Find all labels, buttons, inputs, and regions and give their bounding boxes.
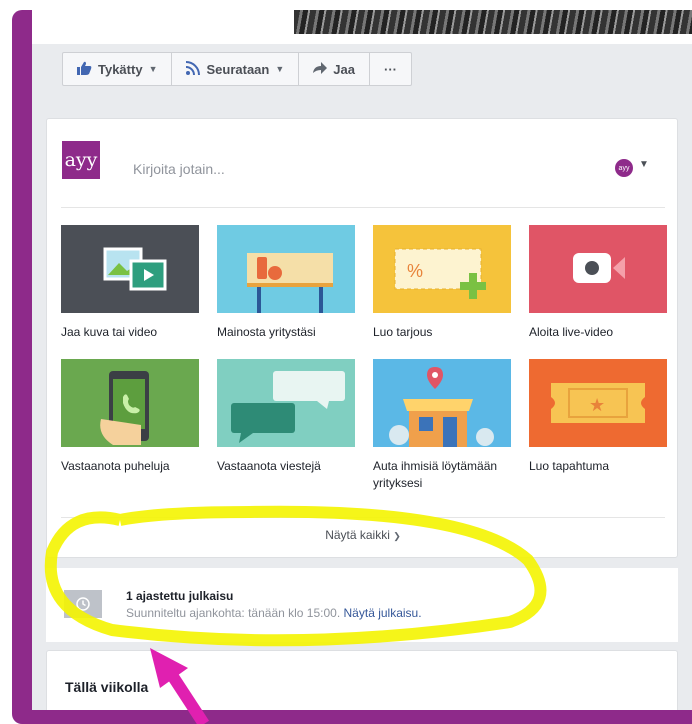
divider	[61, 517, 665, 518]
show-all-label: Näytä kaikki	[325, 528, 390, 542]
share-arrow-icon	[313, 61, 328, 77]
this-week-title: Tällä viikolla	[65, 679, 149, 695]
store-pin-icon	[373, 359, 511, 447]
phone-call-icon	[61, 359, 199, 447]
chat-bubbles-icon	[217, 359, 355, 447]
svg-text:%: %	[407, 261, 423, 281]
clock-icon	[64, 590, 102, 618]
tile-live-video[interactable]	[529, 225, 667, 313]
more-button[interactable]: ···	[370, 53, 411, 85]
cover-photo-strip	[32, 10, 692, 44]
caret-down-icon: ▼	[148, 64, 158, 74]
show-all-link[interactable]: Näytä kaikki ❯	[47, 528, 679, 542]
svg-text:★: ★	[589, 395, 605, 416]
share-button[interactable]: Jaa	[299, 53, 370, 85]
composer-input[interactable]: Kirjoita jotain...	[133, 161, 225, 177]
scheduled-title: 1 ajastettu julkaisu	[126, 589, 234, 603]
following-label: Seurataan	[206, 61, 270, 77]
tile-advertise[interactable]	[217, 225, 355, 313]
tile-label: Jaa kuva tai video	[61, 325, 158, 339]
scheduled-post-card[interactable]: 1 ajastettu julkaisu Suunniteltu ajankoh…	[46, 568, 678, 642]
tile-messages[interactable]	[217, 359, 355, 447]
live-video-icon	[529, 225, 667, 313]
tile-label: Vastaanota viestejä	[217, 459, 321, 473]
tile-discover[interactable]	[373, 359, 511, 447]
tile-label: Aloita live-video	[529, 325, 614, 339]
cover-photo	[294, 10, 692, 34]
tile-photo-video[interactable]	[61, 225, 199, 313]
caret-down-icon[interactable]: ▼	[639, 159, 649, 170]
scheduled-time: Suunniteltu ajankohta: tänään klo 15:00.	[126, 606, 341, 620]
caret-down-icon: ▼	[275, 64, 285, 74]
thumbs-up-icon	[77, 61, 92, 78]
liked-button[interactable]: Tykätty ▼	[63, 53, 173, 85]
tile-label: Vastaanota puheluja	[61, 459, 170, 473]
photo-video-icon	[61, 225, 199, 313]
tile-calls[interactable]	[61, 359, 199, 447]
more-icon: ···	[383, 61, 397, 77]
share-label: Jaa	[333, 61, 355, 77]
avatar[interactable]: ayy	[615, 159, 633, 177]
tile-label: Luo tapahtuma	[529, 459, 610, 473]
view-post-link[interactable]: Näytä julkaisu.	[344, 606, 422, 620]
rss-icon	[186, 60, 201, 78]
liked-label: Tykätty	[98, 61, 143, 77]
tile-offer[interactable]: %	[373, 225, 511, 313]
page-logo: ayy	[62, 141, 100, 179]
billboard-icon	[217, 225, 355, 313]
tile-label: Luo tarjous	[373, 325, 433, 339]
ticket-icon: ★	[529, 359, 667, 447]
coupon-icon: %	[373, 225, 511, 313]
page-viewport: Tykätty ▼ Seurataan ▼ Jaa ··· ayy Kirjoi…	[32, 10, 692, 710]
tile-label: Auta ihmisiä löytämään yrityksesi	[373, 459, 498, 490]
tile-label: Mainosta yritystäsi	[217, 325, 316, 339]
tile-event[interactable]: ★	[529, 359, 667, 447]
scheduled-subtitle: Suunniteltu ajankohta: tänään klo 15:00.…	[126, 606, 422, 620]
this-week-card: Tällä viikolla	[46, 650, 678, 710]
chevron-down-icon: ❯	[393, 531, 401, 541]
composer-card: ayy Kirjoita jotain... ayy ▼ % Jaa kuva …	[46, 118, 678, 558]
divider	[61, 207, 665, 208]
page-action-bar: Tykätty ▼ Seurataan ▼ Jaa ···	[62, 52, 412, 86]
following-button[interactable]: Seurataan ▼	[172, 53, 300, 85]
